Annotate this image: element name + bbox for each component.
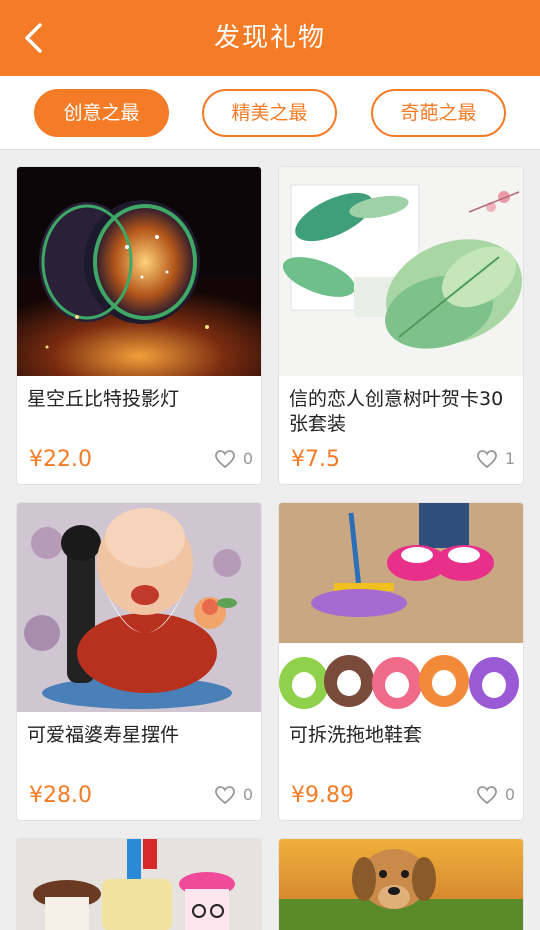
like-count: 0 (242, 449, 253, 468)
product-title[interactable]: 可拆洗拖地鞋套 (289, 723, 511, 748)
product-price: ¥9.89 (291, 783, 354, 808)
product-card[interactable]: 信的恋人创意树叶贺卡30张套装 ¥7.5 1 (278, 166, 524, 485)
like-count: 0 (504, 785, 515, 804)
product-image-mop-slippers[interactable] (279, 503, 523, 712)
product-price: ¥22.0 (29, 447, 92, 472)
product-card[interactable]: 星空丘比特投影灯 ¥22.0 0 (16, 166, 262, 485)
page-title: 发现礼物 (213, 23, 326, 53)
tab-weird[interactable]: 奇葩之最 (371, 89, 506, 137)
product-price: ¥7.5 (291, 447, 340, 472)
product-title[interactable]: 可爱福婆寿星摆件 (27, 723, 249, 748)
product-image-star-projector[interactable] (17, 167, 261, 376)
app-header: 发现礼物 (0, 0, 540, 76)
heart-icon (476, 449, 497, 468)
product-image-dog-figurine[interactable] (279, 839, 523, 930)
heart-icon (214, 449, 235, 468)
product-title[interactable]: 星空丘比特投影灯 (27, 387, 249, 412)
product-card[interactable] (278, 838, 524, 930)
like-button[interactable]: 0 (476, 784, 515, 808)
like-button[interactable]: 1 (476, 448, 515, 472)
heart-icon (476, 785, 497, 804)
category-tabs: 创意之最 精美之最 奇葩之最 (0, 76, 540, 150)
like-count: 1 (504, 449, 515, 468)
product-card[interactable]: 可拆洗拖地鞋套 ¥9.89 0 (278, 502, 524, 821)
product-image-leaf-cards[interactable] (279, 167, 523, 376)
heart-icon (214, 785, 235, 804)
product-image-figurine[interactable] (17, 503, 261, 712)
tab-exquisite[interactable]: 精美之最 (202, 89, 337, 137)
product-price: ¥28.0 (29, 783, 92, 808)
like-button[interactable]: 0 (214, 784, 253, 808)
like-count: 0 (242, 785, 253, 804)
product-title[interactable]: 信的恋人创意树叶贺卡30张套装 (289, 387, 511, 437)
product-card[interactable] (16, 838, 262, 930)
like-button[interactable]: 0 (214, 448, 253, 472)
product-image-toothbrush-holder[interactable] (17, 839, 261, 930)
product-card[interactable]: 可爱福婆寿星摆件 ¥28.0 0 (16, 502, 262, 821)
tab-creative[interactable]: 创意之最 (34, 89, 169, 137)
